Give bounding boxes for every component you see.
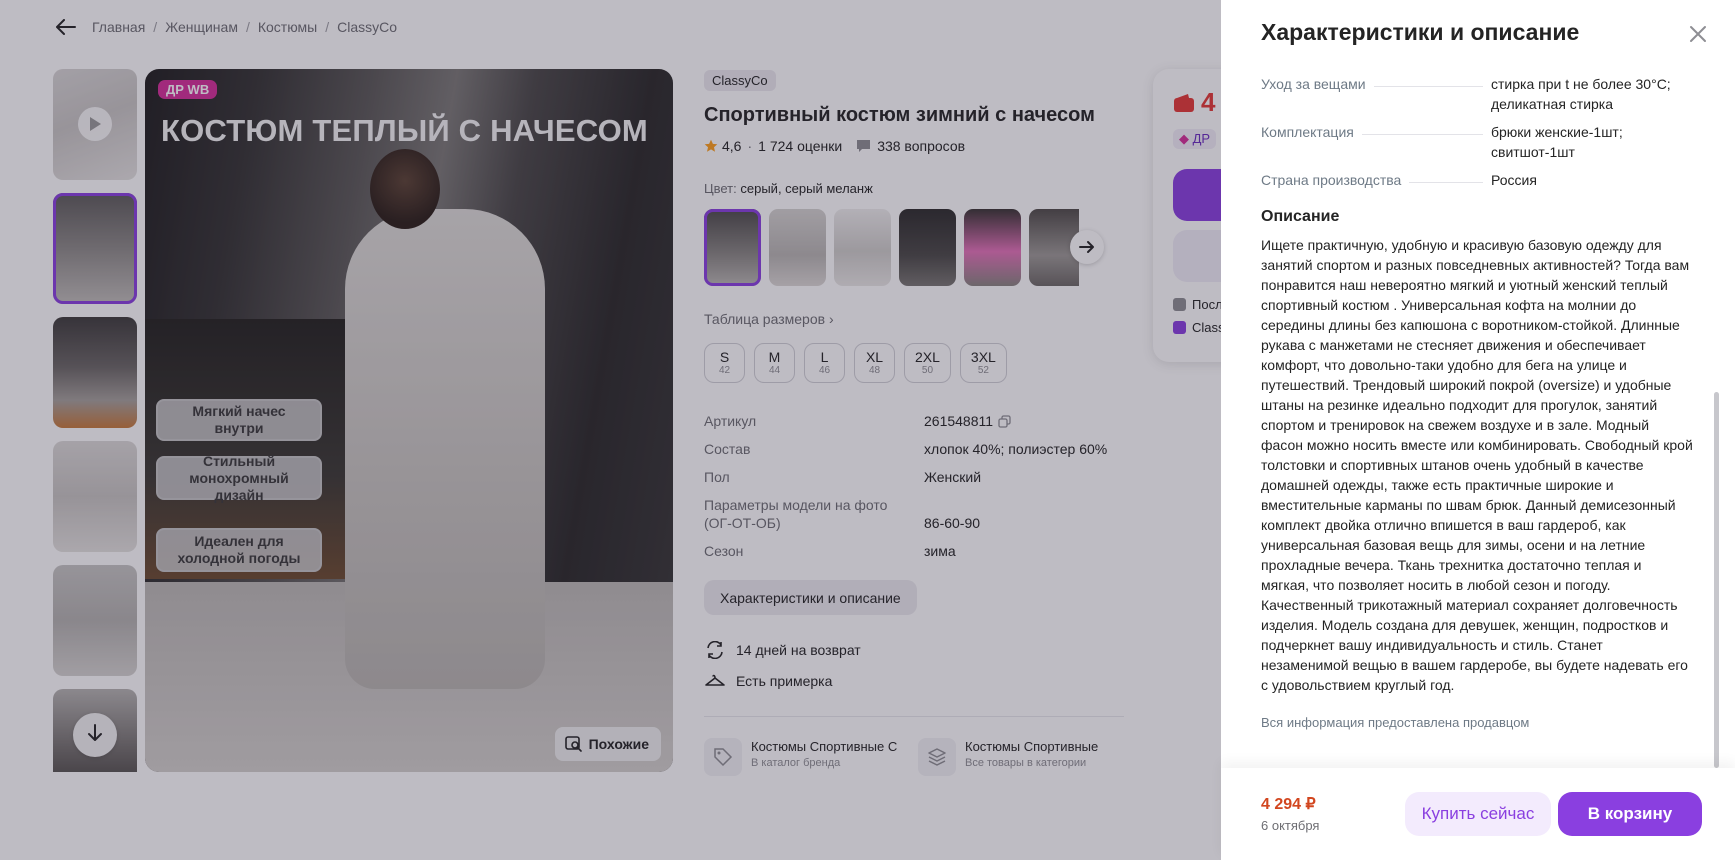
spec-value: стирка при t не более 30°C; деликатная с… — [1491, 76, 1671, 112]
buy-now-button[interactable]: Купить сейчас — [1405, 792, 1551, 836]
spec-key: Страна производства — [1261, 170, 1491, 190]
spec-row: Комплектация брюки женские-1шт; свитшот-… — [1261, 122, 1693, 162]
description-heading: Описание — [1261, 208, 1340, 225]
spec-value: Россия — [1491, 172, 1537, 188]
add-to-cart-button[interactable]: В корзину — [1558, 792, 1702, 836]
close-icon[interactable] — [1687, 23, 1709, 45]
footer-delivery-date: 6 октября — [1261, 818, 1320, 833]
spec-key: Комплектация — [1261, 122, 1491, 162]
spec-row: Страна производства Россия — [1261, 170, 1693, 190]
seller-note: Вся информация предоставлена продавцом — [1261, 715, 1530, 730]
drawer-title: Характеристики и описание — [1261, 19, 1580, 45]
spec-value: брюки женские-1шт; свитшот-1шт — [1491, 124, 1623, 160]
footer-price: 4 294 ₽ — [1261, 796, 1316, 813]
modal-overlay[interactable] — [0, 0, 1221, 860]
drawer-content[interactable]: Уход за вещами стирка при t не более 30°… — [1261, 74, 1693, 758]
characteristics-drawer: Характеристики и описание Уход за вещами… — [1221, 0, 1735, 860]
drawer-footer: 4 294 ₽ 6 октября Купить сейчас В корзин… — [1221, 768, 1735, 860]
description-text: Ищете практичную, удобную и красивую баз… — [1261, 237, 1693, 693]
spec-row: Уход за вещами стирка при t не более 30°… — [1261, 74, 1693, 114]
spec-key: Уход за вещами — [1261, 74, 1491, 114]
drawer-scrollbar[interactable] — [1714, 392, 1719, 768]
